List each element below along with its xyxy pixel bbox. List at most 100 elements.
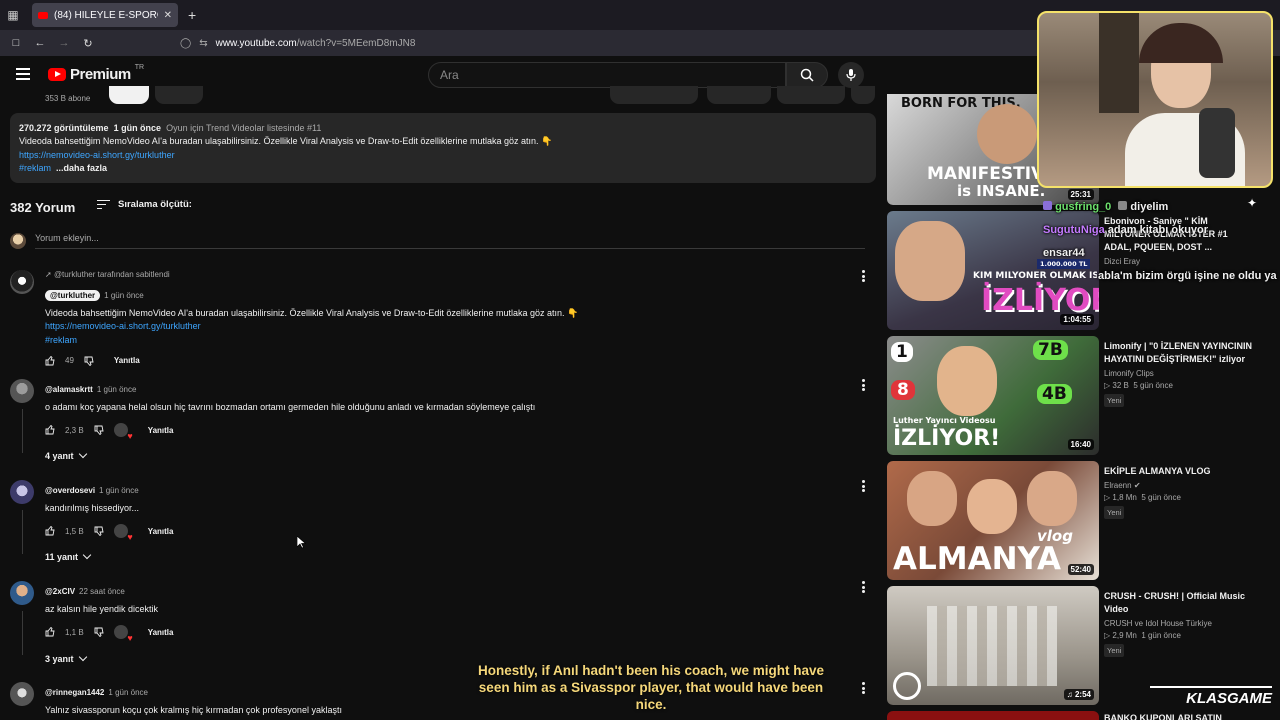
avatar[interactable] <box>10 270 34 294</box>
shorts-icon: ♫ <box>1066 690 1073 699</box>
thread-line <box>22 510 23 554</box>
comment-menu-icon[interactable] <box>862 581 865 593</box>
avatar[interactable] <box>10 682 34 706</box>
subscribe-button[interactable] <box>109 86 149 104</box>
video-channel[interactable]: Elraenn ✔ <box>1104 481 1254 490</box>
close-tab-icon[interactable]: ✕ <box>164 10 172 21</box>
video-thumbnail[interactable]: 1 7B 8 4B Luther Yayıncı Videosu İZLİYOR… <box>887 336 1099 455</box>
comment-time[interactable]: 22 saat önce <box>79 587 125 596</box>
comment-time[interactable]: 1 gün önce <box>104 291 144 300</box>
video-title[interactable]: CRUSH - CRUSH! | Official Music Video <box>1104 590 1254 616</box>
video-thumbnail[interactable] <box>887 711 1099 720</box>
avatar[interactable] <box>10 379 34 403</box>
comment-menu-icon[interactable] <box>862 270 865 282</box>
more-actions-button[interactable] <box>851 86 875 104</box>
thumbnail-text: ALMANYA <box>893 541 1062 577</box>
dislike-icon[interactable] <box>94 425 104 436</box>
url-host: www.youtube.com <box>215 37 297 49</box>
like-count: 1,1 B <box>65 627 84 637</box>
description-hashtag[interactable]: #reklam <box>19 163 51 173</box>
search-input[interactable]: Ara <box>428 62 786 88</box>
replies-label: 3 yanıt <box>45 654 74 664</box>
chat-text: diyelim <box>1130 201 1169 213</box>
add-comment-input[interactable]: Yorum ekleyin... <box>35 233 865 249</box>
comment-author[interactable]: @turkluther <box>45 290 101 301</box>
reply-button[interactable]: Yanıtla <box>114 356 140 365</box>
video-age: 1 gün önce <box>1141 631 1181 640</box>
video-views: 32 B <box>1112 381 1129 390</box>
klasgame-logo: KLAS GAME <box>1150 686 1272 708</box>
comment-author[interactable]: @alamaskrtt <box>45 385 93 394</box>
reply-button[interactable]: Yanıtla <box>148 527 174 536</box>
menu-icon[interactable] <box>16 68 30 80</box>
comment-time[interactable]: 1 gün önce <box>97 385 137 394</box>
video-views: 2,9 Mn <box>1112 631 1137 640</box>
browser-tab-active[interactable]: (84) HİLEYLE E-SPORCU OLDUM ✕ <box>32 3 178 27</box>
comment-menu-icon[interactable] <box>862 682 865 694</box>
related-video[interactable]: BANKO KUPONLARI SATIN <box>887 711 1267 720</box>
show-replies-button[interactable]: 11 yanıt <box>45 550 92 562</box>
video-title[interactable]: Limonify | "0 İZLENEN YAYINCININ HAYATIN… <box>1104 340 1254 366</box>
video-channel[interactable]: Limonify Clips <box>1104 369 1254 378</box>
sort-button[interactable]: Sıralama ölçütü: <box>97 199 192 210</box>
voice-search-button[interactable] <box>838 62 864 88</box>
new-tab-icon[interactable]: + <box>188 7 196 23</box>
comment-menu-icon[interactable] <box>862 379 865 391</box>
like-icon[interactable] <box>45 355 55 366</box>
video-channel[interactable]: Dizci Eray <box>1104 257 1254 266</box>
search-button[interactable] <box>786 62 828 88</box>
chat-badge-icon <box>1043 201 1052 210</box>
comment-menu-icon[interactable] <box>862 480 865 492</box>
comment-time[interactable]: 1 gün önce <box>108 688 148 697</box>
like-icon[interactable] <box>45 425 55 435</box>
comment-author[interactable]: @rinnegan1442 <box>45 688 104 697</box>
comment-hashtag[interactable]: #reklam <box>45 334 845 347</box>
comment-author[interactable]: @overdosevi <box>45 486 95 495</box>
comment-time[interactable]: 1 gün önce <box>99 486 139 495</box>
avatar[interactable] <box>10 480 34 504</box>
like-icon[interactable] <box>45 627 55 637</box>
video-views: 1,8 Mn <box>1112 493 1137 502</box>
show-replies-button[interactable]: 4 yanıt <box>45 449 87 461</box>
chevron-down-icon <box>78 449 87 459</box>
like-dislike-button[interactable] <box>610 86 698 104</box>
chevron-down-icon <box>82 550 92 560</box>
like-icon[interactable] <box>45 526 55 536</box>
reply-button[interactable]: Yanıtla <box>148 426 174 435</box>
thumbnail-number: 8 <box>891 380 915 400</box>
show-replies-button[interactable]: 3 yanıt <box>45 652 87 664</box>
video-title[interactable]: BANKO KUPONLARI SATIN <box>1104 712 1254 720</box>
reload-icon[interactable]: ↻ <box>76 37 100 50</box>
notification-bell-button[interactable] <box>155 86 203 104</box>
new-badge: Yeni <box>1104 644 1125 657</box>
related-video[interactable]: vlog ALMANYA 52:40 EKİPLE ALMANYA VLOG E… <box>887 461 1267 581</box>
video-title[interactable]: EKİPLE ALMANYA VLOG <box>1104 465 1254 478</box>
comment-text: Videoda bahsettiğim NemoVideo AI'a burad… <box>45 307 845 347</box>
video-thumbnail[interactable]: ♫ 2:54 <box>887 586 1099 705</box>
tab-overview-icon[interactable]: ▦ <box>0 0 26 30</box>
related-video[interactable]: 1 7B 8 4B Luther Yayıncı Videosu İZLİYOR… <box>887 336 1267 456</box>
sidebar-toggle-icon[interactable]: □ <box>4 37 28 49</box>
video-description[interactable]: 270.272 görüntüleme 1 gün önce Oyun için… <box>10 113 876 183</box>
comment-text-line: Videoda bahsettiğim NemoVideo AI'a burad… <box>45 308 579 318</box>
reply-button[interactable]: Yanıtla <box>148 628 174 637</box>
description-link[interactable]: https://nemovideo-ai.short.gy/turkluther <box>19 149 867 162</box>
back-icon[interactable]: ← <box>28 37 52 49</box>
youtube-premium-logo[interactable]: Premium TR <box>48 64 144 83</box>
comment-body: @overdosevi 1 gün önce kandırılmış hissed… <box>45 480 845 542</box>
dislike-icon[interactable] <box>84 356 94 366</box>
comment-author[interactable]: @2xCIV <box>45 587 75 596</box>
dislike-icon[interactable] <box>94 627 104 638</box>
dislike-icon[interactable] <box>94 526 104 537</box>
address-bar[interactable]: ◯ ⇆ www.youtube.com/watch?v=5MEemD8mJN8 <box>180 38 415 49</box>
video-thumbnail[interactable]: vlog ALMANYA 52:40 <box>887 461 1099 580</box>
save-button[interactable] <box>777 86 845 104</box>
video-channel[interactable]: CRUSH ve Idol House Türkiye <box>1104 619 1254 628</box>
share-button[interactable] <box>707 86 771 104</box>
forward-icon[interactable]: → <box>52 37 76 49</box>
video-stats: ▷ 32 B 5 gün önce <box>1104 381 1254 390</box>
show-more-link[interactable]: ...daha fazla <box>56 163 107 173</box>
thumbnail-text: İZLİYOR! <box>981 283 1099 318</box>
comment-link[interactable]: https://nemovideo-ai.short.gy/turkluther <box>45 320 845 333</box>
avatar[interactable] <box>10 581 34 605</box>
